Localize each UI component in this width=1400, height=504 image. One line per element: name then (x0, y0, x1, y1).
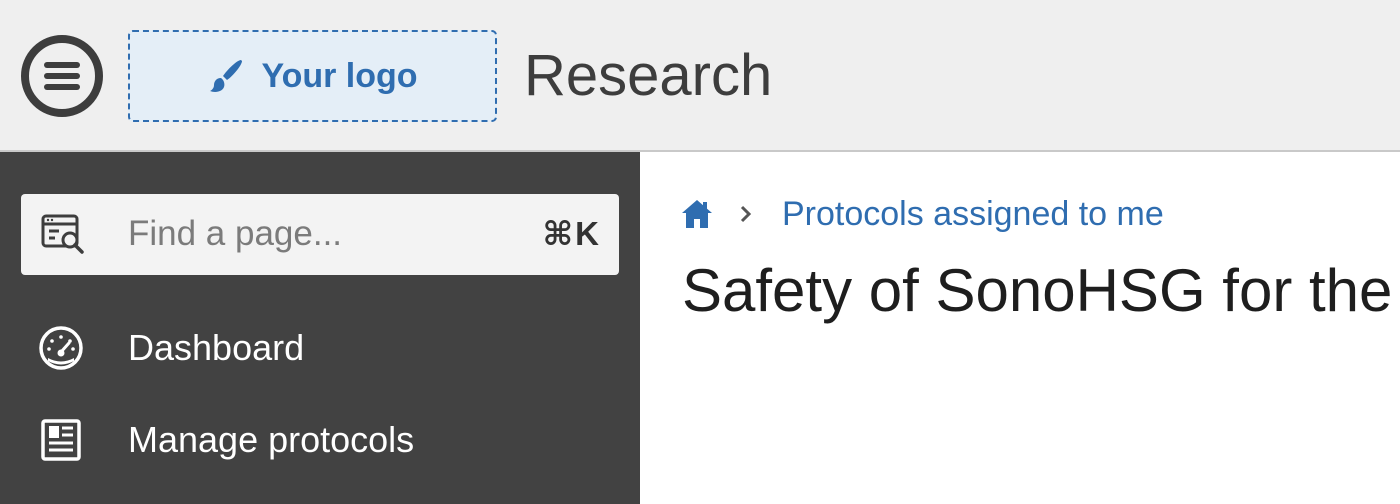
sidebar-item-dashboard[interactable]: Dashboard (0, 312, 640, 384)
sidebar-item-label: Manage protocols (128, 419, 415, 460)
protocol-document-icon (41, 419, 81, 461)
page-title: Safety of SonoHSG for the (682, 257, 1393, 324)
page-search-icon (41, 214, 84, 254)
keyboard-shortcut-badge: ⌘K (542, 215, 601, 252)
main-content: Protocols assigned to me Safety of SonoH… (640, 152, 1400, 504)
paintbrush-icon (210, 60, 243, 92)
sidebar: Find a page... ⌘K Dashboard Manage proto… (0, 152, 640, 504)
main-menu-button[interactable] (20, 34, 104, 118)
breadcrumb: Protocols assigned to me (680, 192, 1164, 236)
top-header: Your logo Research (0, 0, 1400, 152)
search-placeholder: Find a page... (128, 214, 343, 253)
sidebar-item-manage-protocols[interactable]: Manage protocols (0, 404, 640, 476)
home-icon[interactable] (680, 197, 714, 231)
page-search-input[interactable]: Find a page... ⌘K (21, 194, 619, 275)
breadcrumb-link-protocols-assigned[interactable]: Protocols assigned to me (782, 195, 1164, 234)
sidebar-item-label: Dashboard (128, 327, 305, 368)
hamburger-menu-icon (21, 35, 103, 117)
dashboard-gauge-icon (39, 326, 83, 370)
logo-placeholder[interactable]: Your logo (128, 30, 497, 122)
logo-text: Your logo (261, 56, 418, 95)
app-title: Research (524, 43, 773, 108)
chevron-right-icon (740, 205, 752, 223)
